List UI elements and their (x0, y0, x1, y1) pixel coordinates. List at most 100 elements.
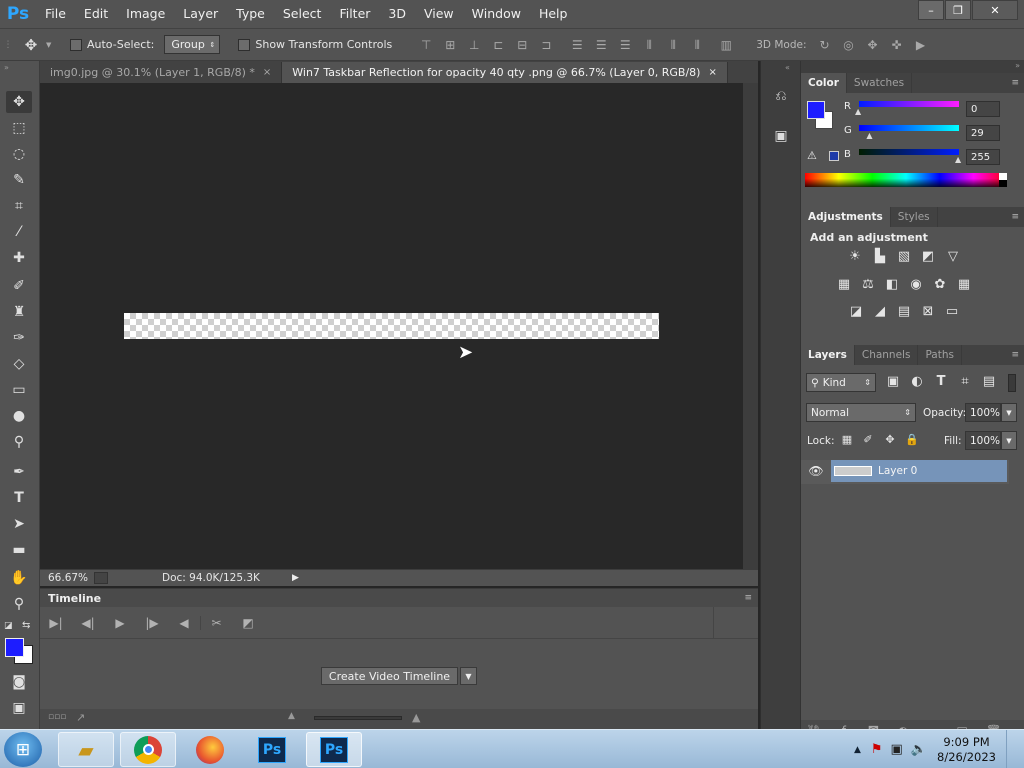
menu-type[interactable]: Type (227, 0, 274, 28)
auto-select-target-select[interactable]: Group ⇕ (164, 35, 221, 54)
status-export-icon[interactable] (94, 572, 108, 584)
move-tool-preset-icon[interactable]: ✥ (16, 36, 46, 54)
drag-3d-icon[interactable]: ✥ (866, 38, 880, 52)
type-tool-icon[interactable]: T (6, 487, 32, 509)
gradient-tool-icon[interactable]: ▭ (6, 379, 32, 401)
filter-toggle[interactable] (1008, 374, 1016, 392)
split-icon[interactable]: ✂ (200, 615, 232, 630)
dodge-tool-icon[interactable]: ⚲ (6, 431, 32, 453)
tab-adjustments[interactable]: Adjustments (801, 207, 891, 227)
gradient-map-icon[interactable]: ▭ (943, 304, 961, 320)
align-bottom-icon[interactable]: ⊥ (467, 38, 481, 52)
transition-icon[interactable]: ◩ (232, 616, 264, 630)
color-lookup-icon[interactable]: ▦ (955, 277, 973, 293)
eye-icon[interactable]: 👁 (801, 464, 831, 478)
play-icon[interactable]: ▶ (104, 616, 136, 630)
tab-swatches[interactable]: Swatches (847, 73, 913, 93)
blur-tool-icon[interactable]: ● (6, 405, 32, 427)
lock-transparent-icon[interactable]: ▦ (838, 432, 856, 448)
close-button[interactable]: ✕ (972, 0, 1018, 20)
layer-thumbnail[interactable] (834, 466, 872, 476)
minimize-button[interactable]: – (918, 0, 944, 20)
panel-menu-icon[interactable]: ≡ (744, 593, 758, 603)
roll-3d-icon[interactable]: ◎ (842, 38, 856, 52)
marquee-tool-icon[interactable]: ⬚ (6, 117, 32, 139)
transparent-image-layer[interactable] (124, 313, 659, 339)
rotate-3d-icon[interactable]: ↻ (818, 38, 832, 52)
vibrance-icon[interactable]: ▽ (944, 249, 962, 265)
taskbar-clock[interactable]: 9:09 PM 8/26/2023 (937, 735, 996, 765)
collapse-tools-icon[interactable]: » (4, 63, 9, 72)
auto-align-icon[interactable]: ▥ (719, 38, 733, 52)
zoom-level[interactable]: 66.67% (40, 572, 90, 584)
channel-r-value[interactable]: 0 (966, 101, 1000, 117)
layer-name[interactable]: Layer 0 (878, 465, 917, 477)
swap-colors-icon[interactable]: ⇆ (22, 620, 30, 631)
chrome-taskbar-icon[interactable] (120, 732, 176, 767)
auto-select-option[interactable]: Auto-Select: (70, 38, 154, 51)
align-left-icon[interactable]: ⊏ (491, 38, 505, 52)
curves-icon[interactable]: ▧ (895, 249, 913, 265)
filter-smart-object-icon[interactable]: ▤ (980, 374, 998, 390)
vertical-scrollbar[interactable] (743, 83, 758, 569)
crop-tool-icon[interactable]: ⌗ (6, 195, 32, 217)
menu-select[interactable]: Select (274, 0, 331, 28)
scale-3d-icon[interactable]: ▶ (914, 38, 928, 52)
channel-g-value[interactable]: 29 (966, 125, 1000, 141)
exposure-icon[interactable]: ◩ (919, 249, 937, 265)
tab-color[interactable]: Color (801, 73, 847, 93)
menu-3d[interactable]: 3D (379, 0, 415, 28)
gamut-swatch[interactable] (829, 151, 839, 161)
render-video-icon[interactable]: ↗ (76, 711, 85, 724)
align-right-icon[interactable]: ⊐ (539, 38, 553, 52)
3d-panel-icon[interactable]: ▣ (772, 128, 790, 146)
explorer-taskbar-icon[interactable]: ▰ (58, 732, 114, 767)
history-brush-tool-icon[interactable]: ✑ (6, 327, 32, 349)
zoom-tool-icon[interactable]: ⚲ (6, 593, 32, 615)
eyedropper-tool-icon[interactable]: ⁄ (6, 221, 32, 243)
levels-icon[interactable]: ▙ (871, 249, 889, 265)
next-frame-icon[interactable]: |▶ (136, 616, 168, 630)
posterize-icon[interactable]: ◢ (871, 304, 889, 320)
status-menu-arrow-icon[interactable]: ▶ (292, 573, 299, 583)
first-frame-icon[interactable]: ▶| (40, 616, 72, 630)
collapse-dock-icon[interactable]: » (1015, 61, 1020, 70)
channel-mixer-icon[interactable]: ✿ (931, 277, 949, 293)
close-icon[interactable]: × (263, 67, 271, 78)
channel-g-slider[interactable] (859, 125, 959, 131)
brush-tool-icon[interactable]: ✐ (6, 275, 32, 297)
blend-mode-select[interactable]: Normal ⇕ (806, 403, 916, 422)
audio-icon[interactable]: ◀ (168, 616, 200, 630)
black-white-icon[interactable]: ◧ (883, 277, 901, 293)
opacity-dropdown-icon[interactable]: ▼ (1001, 403, 1017, 422)
lock-image-icon[interactable]: ✐ (859, 432, 877, 448)
lasso-tool-icon[interactable]: ◌ (6, 143, 32, 165)
align-top-icon[interactable]: ⊤ (419, 38, 433, 52)
filter-shape-icon[interactable]: ⌗ (956, 374, 974, 390)
distribute-right-icon[interactable]: ⫴ (690, 38, 704, 52)
channel-g-thumb[interactable]: ▲ (866, 131, 872, 140)
show-hidden-icons-icon[interactable]: ▲ (854, 745, 861, 755)
tab-layers[interactable]: Layers (801, 345, 855, 365)
firefox-taskbar-icon[interactable] (182, 732, 238, 767)
tab-paths[interactable]: Paths (918, 345, 962, 365)
volume-icon[interactable]: 🔈 (911, 742, 927, 757)
distribute-bottom-icon[interactable]: ☰ (618, 38, 632, 52)
color-ramp[interactable] (805, 173, 1007, 187)
show-desktop-button[interactable] (1006, 730, 1016, 768)
tab-channels[interactable]: Channels (855, 345, 919, 365)
quick-mask-icon[interactable]: ◙ (6, 671, 32, 693)
eraser-tool-icon[interactable]: ◇ (6, 353, 32, 375)
menu-window[interactable]: Window (463, 0, 530, 28)
shape-tool-icon[interactable]: ▬ (6, 539, 32, 561)
align-vcenter-icon[interactable]: ⊞ (443, 38, 457, 52)
align-hcenter-icon[interactable]: ⊟ (515, 38, 529, 52)
color-balance-icon[interactable]: ⚖ (859, 277, 877, 293)
photoshop-taskbar-icon[interactable]: Ps (244, 732, 300, 767)
network-icon[interactable]: ▣ (891, 742, 903, 757)
tab-win7-taskbar-reflection[interactable]: Win7 Taskbar Reflection for opacity 40 q… (282, 62, 728, 83)
photoshop-active-taskbar-icon[interactable]: Ps (306, 732, 362, 767)
tab-img0[interactable]: img0.jpg @ 30.1% (Layer 1, RGB/8) * × (40, 62, 283, 83)
auto-select-checkbox[interactable] (70, 38, 82, 51)
channel-r-slider[interactable] (859, 101, 959, 107)
